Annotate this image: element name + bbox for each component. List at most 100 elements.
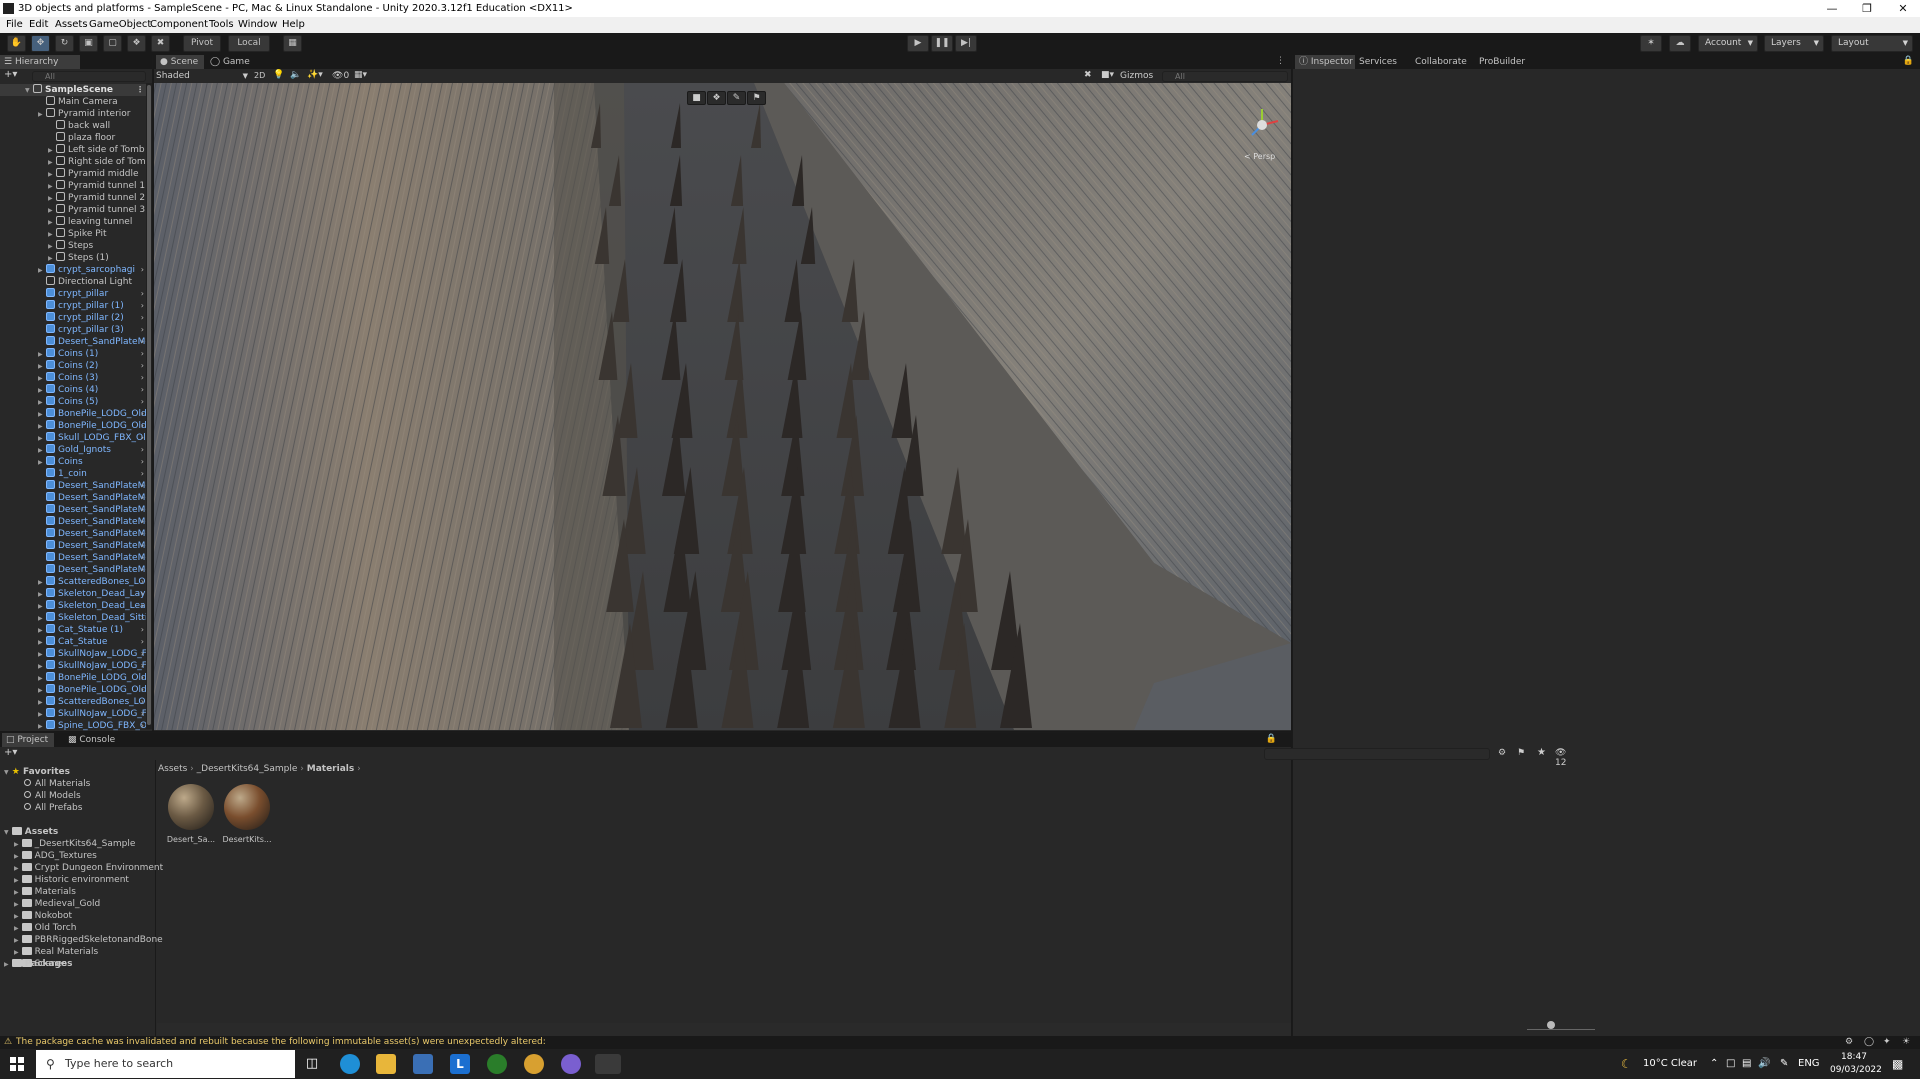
- tab-hierarchy[interactable]: ☰ Hierarchy: [0, 55, 80, 69]
- folder-item[interactable]: ▶ _DesertKits64_Sample: [14, 838, 135, 850]
- scene-viewport[interactable]: < Persp ■ ❖ ✎ ⚑: [154, 83, 1291, 730]
- expand-arrow-icon[interactable]: ▶: [14, 913, 19, 920]
- expand-arrow-icon[interactable]: ▶: [38, 697, 46, 708]
- menu-file[interactable]: File: [6, 17, 23, 33]
- expand-arrow-icon[interactable]: ▶: [14, 937, 19, 944]
- hierarchy-item[interactable]: 1_coin ›: [0, 468, 148, 480]
- open-prefab-icon[interactable]: ›: [141, 636, 144, 648]
- expand-arrow-icon[interactable]: ▶: [38, 637, 46, 648]
- hidden-objects-toggle[interactable]: 👁0: [332, 70, 349, 82]
- chevron-up-icon[interactable]: ⌃: [1710, 1049, 1718, 1079]
- pivot-toggle[interactable]: Pivot: [183, 35, 221, 52]
- store-icon[interactable]: [413, 1054, 433, 1074]
- expand-arrow-icon[interactable]: ▶: [38, 601, 46, 612]
- expand-arrow-icon[interactable]: ▶: [38, 445, 46, 456]
- expand-arrow-icon[interactable]: ▶: [38, 673, 46, 684]
- account-dropdown[interactable]: Account ▼: [1698, 35, 1758, 52]
- network-tray-icon[interactable]: ▤: [1742, 1049, 1751, 1079]
- edge-browser-icon[interactable]: [340, 1054, 360, 1074]
- hierarchy-item[interactable]: Desert_SandPlateMedium›: [0, 516, 148, 528]
- tab-collaborate[interactable]: Collaborate: [1411, 55, 1473, 69]
- hierarchy-scrollbar[interactable]: [146, 83, 152, 729]
- expand-arrow-icon[interactable]: ▶: [38, 685, 46, 696]
- expand-arrow-icon[interactable]: ▶: [48, 169, 56, 180]
- menu-tools[interactable]: Tools: [209, 17, 234, 33]
- open-prefab-icon[interactable]: ›: [141, 336, 144, 348]
- discord-icon[interactable]: [561, 1054, 581, 1074]
- folder-item[interactable]: ▶ Materials: [14, 886, 76, 898]
- step-button[interactable]: ▶|: [955, 35, 977, 52]
- hierarchy-item[interactable]: plaza floor: [0, 132, 148, 144]
- hierarchy-item[interactable]: ▶ Spike Pit: [0, 228, 148, 240]
- hierarchy-item[interactable]: ▶ Skeleton_Dead_Leaning_›: [0, 600, 148, 612]
- hierarchy-item[interactable]: Desert_SandPlateMedium›: [0, 528, 148, 540]
- play-button[interactable]: ▶: [907, 35, 929, 52]
- cube-icon[interactable]: ■: [687, 91, 706, 105]
- open-prefab-icon[interactable]: ›: [141, 312, 144, 324]
- material-thumbnail[interactable]: [168, 784, 214, 830]
- open-prefab-icon[interactable]: ›: [141, 300, 144, 312]
- task-view-icon[interactable]: ◫: [302, 1054, 322, 1074]
- hierarchy-item[interactable]: ▶ SkullNoJaw_LODG_FBX_›: [0, 708, 148, 720]
- hierarchy-item[interactable]: ▶ ScatteredBones_LODG_C›: [0, 576, 148, 588]
- open-prefab-icon[interactable]: ›: [141, 360, 144, 372]
- open-prefab-icon[interactable]: ›: [141, 600, 144, 612]
- lock-icon[interactable]: 🔒: [1266, 734, 1277, 744]
- open-prefab-icon[interactable]: ›: [141, 480, 144, 492]
- open-prefab-icon[interactable]: ›: [141, 420, 144, 432]
- open-prefab-icon[interactable]: ›: [141, 492, 144, 504]
- hierarchy-item[interactable]: ▶ BonePile_LODG_OldBone›: [0, 408, 148, 420]
- favorite-item[interactable]: All Models: [24, 790, 81, 802]
- collab-icon[interactable]: ✶: [1640, 35, 1662, 52]
- folder-item[interactable]: ▶ Medieval_Gold: [14, 898, 100, 910]
- material-thumbnail[interactable]: [224, 784, 270, 830]
- open-prefab-icon[interactable]: ›: [141, 372, 144, 384]
- hierarchy-item[interactable]: ▶ Right side of Tomb: [0, 156, 148, 168]
- expand-arrow-icon[interactable]: ▶: [38, 265, 46, 276]
- tray-apps-icon[interactable]: □: [1726, 1049, 1735, 1079]
- hierarchy-item[interactable]: ▶ Spine_LODG_FBX_OldBor›: [0, 720, 148, 732]
- expand-arrow-icon[interactable]: ▶: [38, 109, 46, 120]
- expand-arrow-icon[interactable]: ▶: [38, 373, 46, 384]
- expand-arrow-icon[interactable]: ▶: [38, 661, 46, 672]
- camera-icon[interactable]: ■▾: [1101, 70, 1114, 80]
- expand-arrow-icon[interactable]: ▶: [48, 145, 56, 156]
- scene-root-row[interactable]: ▼ SampleScene ⋮: [0, 84, 148, 96]
- menu-edit[interactable]: Edit: [29, 17, 48, 33]
- expand-arrow-icon[interactable]: ▶: [38, 433, 46, 444]
- expand-arrow-icon[interactable]: ▶: [38, 385, 46, 396]
- open-prefab-icon[interactable]: ›: [141, 660, 144, 672]
- pause-button[interactable]: ❚❚: [931, 35, 953, 52]
- expand-arrow-icon[interactable]: ▶: [14, 949, 19, 956]
- open-prefab-icon[interactable]: ›: [141, 552, 144, 564]
- folder-item[interactable]: ▶ Crypt Dungeon Environment: [14, 862, 163, 874]
- hierarchy-item[interactable]: ▶ BonePile_LODG_OldBone›: [0, 672, 148, 684]
- progress-icon[interactable]: ◯: [1864, 1036, 1874, 1049]
- debug-icon[interactable]: ✦: [1883, 1036, 1891, 1049]
- orientation-gizmo[interactable]: [1242, 105, 1282, 145]
- open-prefab-icon[interactable]: ›: [141, 576, 144, 588]
- scene-search-input[interactable]: All: [1162, 71, 1288, 82]
- hierarchy-search-input[interactable]: All: [32, 71, 146, 82]
- open-prefab-icon[interactable]: ›: [141, 432, 144, 444]
- hierarchy-item[interactable]: ▶ Pyramid tunnel 1: [0, 180, 148, 192]
- chrome-icon[interactable]: [524, 1054, 544, 1074]
- open-prefab-icon[interactable]: ›: [141, 384, 144, 396]
- hierarchy-item[interactable]: ▶ Coins (2) ›: [0, 360, 148, 372]
- hierarchy-item[interactable]: Desert_SandPlateMedium›: [0, 564, 148, 576]
- create-asset-button[interactable]: +▾: [4, 747, 17, 758]
- hierarchy-item[interactable]: crypt_pillar (3) ›: [0, 324, 148, 336]
- file-explorer-icon[interactable]: [376, 1054, 396, 1074]
- hierarchy-item[interactable]: ▶ BonePile_LODG_OldBone›: [0, 684, 148, 696]
- hierarchy-item[interactable]: ▶ Coins ›: [0, 456, 148, 468]
- expand-arrow-icon[interactable]: ▶: [38, 721, 46, 732]
- cloud-icon[interactable]: ☁: [1669, 35, 1691, 52]
- expand-arrow-icon[interactable]: ▶: [48, 229, 56, 240]
- open-prefab-icon[interactable]: ›: [141, 696, 144, 708]
- hierarchy-item[interactable]: Directional Light: [0, 276, 148, 288]
- local-toggle[interactable]: Local: [228, 35, 270, 52]
- hierarchy-item[interactable]: ▶ Left side of Tomb: [0, 144, 148, 156]
- expand-arrow-icon[interactable]: ▶: [48, 253, 56, 264]
- hierarchy-item[interactable]: back wall: [0, 120, 148, 132]
- hierarchy-item[interactable]: ▶ Skull_LODG_FBX_OldBon›: [0, 432, 148, 444]
